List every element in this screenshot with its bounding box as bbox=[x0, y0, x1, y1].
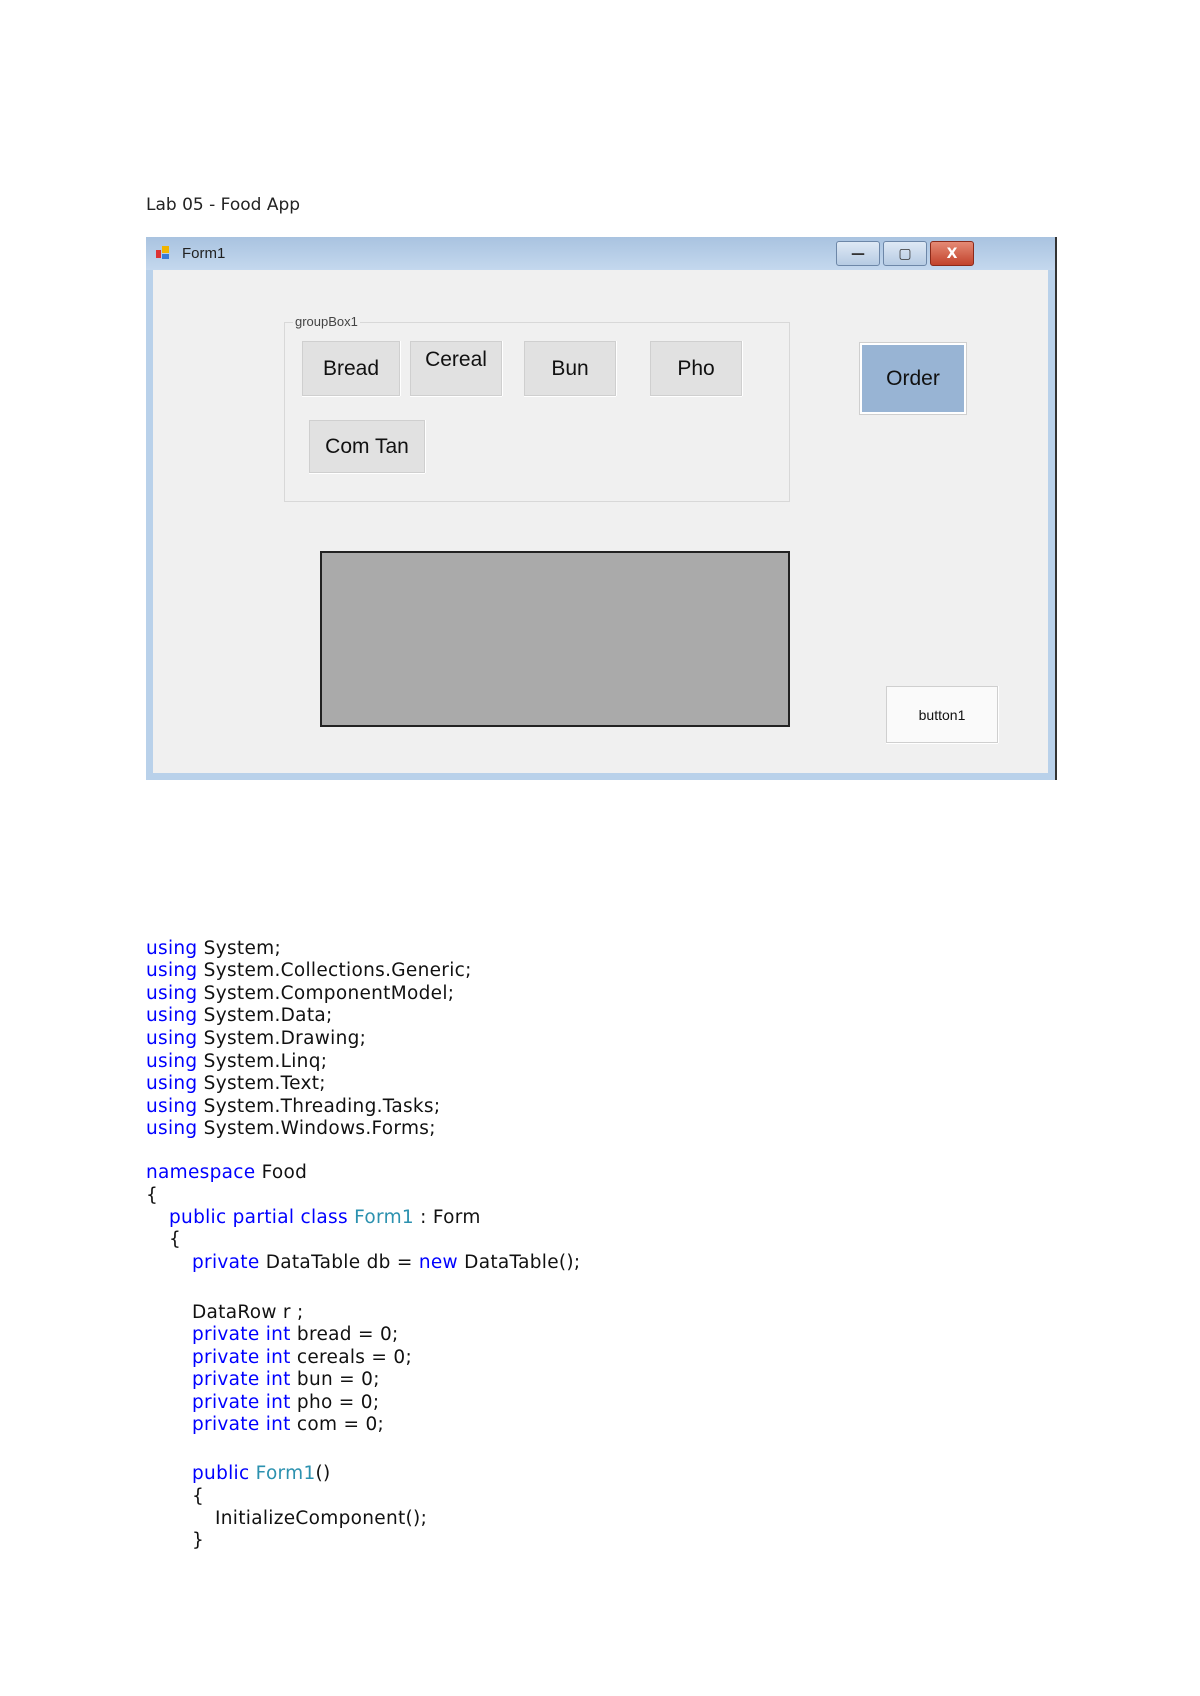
code-keyword: private int bbox=[192, 1347, 291, 1368]
code-line: using System.Collections.Generic; bbox=[146, 960, 472, 981]
code-keyword: public bbox=[192, 1463, 250, 1484]
code-text: { bbox=[146, 1185, 159, 1206]
code-line: private int cereals = 0; bbox=[192, 1347, 412, 1368]
code-line: using System.Drawing; bbox=[146, 1028, 366, 1049]
code-text: System.Drawing; bbox=[197, 1028, 367, 1049]
code-text: cereals = 0; bbox=[290, 1347, 413, 1368]
code-keyword: private int bbox=[192, 1392, 291, 1413]
code-keyword: namespace bbox=[146, 1162, 256, 1183]
code-line: using System.Linq; bbox=[146, 1051, 327, 1072]
code-line: namespace Food bbox=[146, 1162, 307, 1183]
code-keyword: using bbox=[146, 960, 198, 981]
code-text: bread = 0; bbox=[290, 1324, 399, 1345]
code-line: private int pho = 0; bbox=[192, 1392, 379, 1413]
code-line: private DataTable db = new DataTable(); bbox=[192, 1252, 580, 1273]
code-keyword: public partial class bbox=[169, 1207, 348, 1228]
code-keyword: using bbox=[146, 1118, 198, 1139]
display-panel bbox=[320, 551, 790, 727]
code-keyword: using bbox=[146, 1096, 198, 1117]
close-button[interactable]: X bbox=[930, 241, 974, 266]
code-line: private int com = 0; bbox=[192, 1414, 384, 1435]
code-line: public Form1() bbox=[192, 1463, 331, 1484]
minimize-button[interactable]: — bbox=[836, 241, 880, 266]
code-text: System.Windows.Forms; bbox=[197, 1118, 436, 1139]
code-text: System.Data; bbox=[197, 1005, 333, 1026]
button1[interactable]: button1 bbox=[886, 686, 998, 743]
code-line: using System; bbox=[146, 938, 281, 959]
bun-button[interactable]: Bun bbox=[524, 341, 616, 396]
code-line: using System.Text; bbox=[146, 1073, 326, 1094]
form-window: Form1 — ▢ X groupBox1 Bread Cereal Bun P… bbox=[146, 237, 1057, 780]
form-client-area: groupBox1 Bread Cereal Bun Pho Com Tan O… bbox=[153, 270, 1048, 773]
minimize-icon: — bbox=[851, 245, 865, 262]
code-text: } bbox=[192, 1530, 205, 1551]
code-text: Food bbox=[255, 1162, 308, 1183]
code-text: System.Linq; bbox=[197, 1051, 328, 1072]
code-text: System.Text; bbox=[197, 1073, 326, 1094]
document-title: Lab 05 - Food App bbox=[146, 195, 301, 215]
code-line: public partial class Form1 : Form bbox=[169, 1207, 481, 1228]
code-type: Form1 bbox=[354, 1207, 414, 1228]
code-text: DataTable db = bbox=[259, 1252, 419, 1273]
maximize-button[interactable]: ▢ bbox=[883, 241, 927, 266]
code-line: { bbox=[169, 1229, 181, 1250]
code-text: () bbox=[315, 1463, 331, 1484]
code-keyword: private bbox=[192, 1252, 260, 1273]
code-line: using System.Windows.Forms; bbox=[146, 1118, 436, 1139]
code-line: using System.ComponentModel; bbox=[146, 983, 454, 1004]
code-line: { bbox=[146, 1185, 158, 1206]
code-keyword: using bbox=[146, 983, 198, 1004]
code-text: System.ComponentModel; bbox=[197, 983, 455, 1004]
maximize-icon: ▢ bbox=[898, 245, 912, 262]
code-keyword: using bbox=[146, 1073, 198, 1094]
pho-button[interactable]: Pho bbox=[650, 341, 742, 396]
code-text: bun = 0; bbox=[290, 1369, 380, 1390]
code-keyword: private int bbox=[192, 1369, 291, 1390]
code-line: private int bun = 0; bbox=[192, 1369, 380, 1390]
code-text: pho = 0; bbox=[290, 1392, 380, 1413]
code-keyword: private int bbox=[192, 1414, 291, 1435]
code-text: : Form bbox=[413, 1207, 481, 1228]
com-tan-button[interactable]: Com Tan bbox=[309, 420, 425, 473]
code-text: System.Collections.Generic; bbox=[197, 960, 472, 981]
code-line: using System.Threading.Tasks; bbox=[146, 1096, 440, 1117]
code-line: private int bread = 0; bbox=[192, 1324, 399, 1345]
code-line: DataRow r ; bbox=[192, 1302, 304, 1323]
app-icon bbox=[156, 246, 172, 260]
code-keyword: private int bbox=[192, 1324, 291, 1345]
code-text: { bbox=[169, 1229, 182, 1250]
order-button[interactable]: Order bbox=[859, 342, 967, 415]
code-keyword: using bbox=[146, 938, 198, 959]
bread-button[interactable]: Bread bbox=[302, 341, 400, 396]
code-text: DataRow r ; bbox=[192, 1302, 304, 1323]
code-keyword: using bbox=[146, 1005, 198, 1026]
code-text: System.Threading.Tasks; bbox=[197, 1096, 441, 1117]
code-line: } bbox=[192, 1530, 204, 1551]
code-text: { bbox=[192, 1486, 205, 1507]
code-text: InitializeComponent(); bbox=[215, 1508, 428, 1529]
close-icon: X bbox=[946, 245, 958, 262]
code-text: System; bbox=[197, 938, 281, 959]
code-line: InitializeComponent(); bbox=[215, 1508, 427, 1529]
cereal-button[interactable]: Cereal bbox=[410, 341, 502, 396]
code-keyword: using bbox=[146, 1028, 198, 1049]
code-line: using System.Data; bbox=[146, 1005, 333, 1026]
code-line: { bbox=[192, 1486, 204, 1507]
code-type: Form1 bbox=[255, 1463, 316, 1484]
window-titlebar[interactable]: Form1 — ▢ X bbox=[146, 237, 1055, 270]
window-title: Form1 bbox=[182, 245, 226, 262]
code-text: com = 0; bbox=[290, 1414, 385, 1435]
groupbox-label: groupBox1 bbox=[293, 314, 360, 329]
code-text: DataTable(); bbox=[457, 1252, 581, 1273]
code-keyword: using bbox=[146, 1051, 198, 1072]
code-keyword: new bbox=[418, 1252, 458, 1273]
